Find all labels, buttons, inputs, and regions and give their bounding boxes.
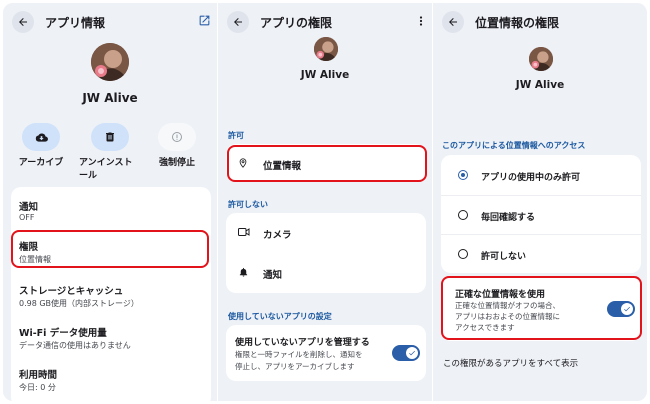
item-title: 通知 [19, 202, 39, 213]
unused-apps-setting[interactable]: 使用していないアプリを管理する 権限と一時ファイルを削除し、通知を 停止し、アプ… [226, 325, 426, 381]
app-info-topbar: アプリ情報 [3, 9, 217, 35]
open-external-icon[interactable] [198, 14, 211, 27]
list-item-notifications[interactable]: 通知 OFF [11, 187, 211, 227]
arrow-back-icon [449, 18, 457, 26]
camera-icon [238, 228, 250, 236]
permission-label: カメラ [263, 230, 292, 241]
app-permissions-panel: アプリの権限 JW Alive 許可 位置情報 許可しない カメラ 通知 使用し… [218, 3, 432, 401]
app-name: JW Alive [300, 69, 350, 81]
list-item-screen-time[interactable]: 利用時間 今日: 0 分 [11, 357, 211, 397]
radio-unselected[interactable] [458, 210, 468, 220]
arrow-back-icon [19, 18, 27, 26]
force-stop-button[interactable] [158, 123, 196, 151]
app-name: JW Alive [82, 91, 138, 105]
app-avatar [529, 47, 553, 71]
archive-icon [35, 132, 48, 142]
back-button[interactable] [12, 11, 34, 33]
trash-icon [106, 132, 114, 142]
force-stop-label: 強制停止 [158, 158, 195, 168]
radio-selected[interactable] [458, 170, 468, 180]
item-subtitle: OFF [19, 213, 35, 222]
item-title: Wi-Fi データ使用量 [19, 328, 107, 339]
option-deny[interactable]: 許可しない [441, 235, 641, 273]
option-label: アプリの使用中のみ許可 [481, 173, 581, 183]
item-subtitle: 今日: 0 分 [19, 383, 56, 392]
item-title: ストレージとキャッシュ [19, 286, 124, 297]
uninstall-label-line2: ール [79, 171, 98, 181]
permission-item-notifications[interactable]: 通知 [226, 253, 426, 293]
screenshot-frame: アプリ情報 JW Alive アーカイブ アンインスト ール 強制停止 通知 O… [3, 3, 647, 401]
toggle-knob [406, 347, 418, 359]
section-header-unused: 使用していないアプリの設定 [228, 312, 332, 321]
setting-desc-line1: 権限と一時ファイルを削除し、通知を [235, 350, 363, 359]
manage-unused-toggle[interactable] [392, 345, 420, 361]
list-item-storage[interactable]: ストレージとキャッシュ 0.98 GB使用（内部ストレージ） [11, 277, 211, 317]
arrow-back-icon [234, 18, 242, 26]
more-vert-icon[interactable] [416, 15, 426, 27]
page-title: アプリ情報 [45, 16, 106, 30]
archive-button[interactable] [22, 123, 60, 151]
permission-item-camera[interactable]: カメラ [226, 213, 426, 253]
highlight-location [227, 145, 427, 182]
item-subtitle: データ通信の使用はありません [19, 341, 131, 350]
page-title: アプリの権限 [260, 16, 333, 30]
check-icon [409, 350, 415, 356]
option-ask-every-time[interactable]: 毎回確認する [441, 196, 641, 234]
highlight-precise-location [441, 276, 642, 340]
back-button[interactable] [442, 11, 464, 33]
setting-desc-line2: 停止し、アプリをアーカイブします [235, 362, 355, 371]
permission-label: 通知 [263, 270, 283, 281]
page-title: 位置情報の権限 [475, 16, 560, 30]
app-avatar [91, 43, 129, 81]
radio-unselected[interactable] [458, 249, 468, 259]
location-access-options: アプリの使用中のみ許可 毎回確認する 許可しない [441, 155, 641, 273]
list-item-wifi-data[interactable]: Wi-Fi データ使用量 データ通信の使用はありません [11, 317, 211, 357]
app-info-panel: アプリ情報 JW Alive アーカイブ アンインスト ール 強制停止 通知 O… [3, 3, 217, 401]
bell-icon [239, 267, 248, 277]
app-settings-list: 通知 OFF 権限 位置情報 ストレージとキャッシュ 0.98 GB使用（内部ス… [11, 187, 211, 401]
item-title: 利用時間 [19, 370, 58, 381]
uninstall-button[interactable] [91, 123, 129, 151]
option-label: 毎回確認する [481, 213, 536, 223]
avatar-image [529, 47, 553, 71]
section-header-allowed: 許可 [228, 131, 244, 140]
uninstall-label: アンインスト ール [79, 157, 145, 183]
avatar-image [314, 37, 338, 61]
denied-permissions-list: カメラ 通知 [226, 213, 426, 293]
back-button[interactable] [227, 11, 249, 33]
location-permission-panel: 位置情報の権限 JW Alive このアプリによる位置情報へのアクセス アプリの… [433, 3, 647, 401]
location-topbar: 位置情報の権限 [433, 9, 647, 35]
option-while-using[interactable]: アプリの使用中のみ許可 [441, 155, 641, 195]
app-name: JW Alive [515, 79, 565, 91]
app-avatar [314, 37, 338, 61]
archive-label: アーカイブ [18, 158, 64, 168]
highlight-permissions [11, 230, 209, 268]
setting-title: 使用していないアプリを管理する [235, 338, 370, 348]
stop-icon [172, 132, 182, 142]
item-subtitle: 0.98 GB使用（内部ストレージ） [19, 299, 139, 308]
avatar-image [91, 43, 129, 81]
option-label: 許可しない [481, 252, 527, 262]
uninstall-label-line1: アンインスト [79, 158, 133, 168]
section-header-access: このアプリによる位置情報へのアクセス [442, 141, 586, 150]
permissions-topbar: アプリの権限 [218, 9, 432, 35]
see-all-apps-link[interactable]: この権限があるアプリをすべて表示 [443, 357, 578, 369]
section-header-denied: 許可しない [228, 200, 268, 209]
